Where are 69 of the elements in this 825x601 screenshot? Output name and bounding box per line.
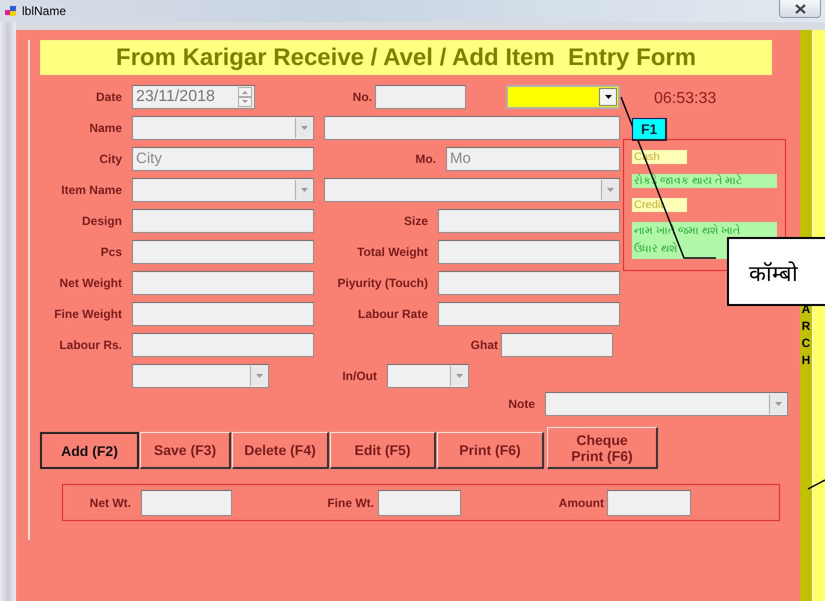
leader-line: [808, 479, 825, 490]
callout-box: कॉम्बो: [727, 237, 825, 306]
field-label: No.: [352, 90, 372, 104]
action-button[interactable]: Save (F3): [140, 432, 231, 469]
text-field[interactable]: [132, 270, 314, 294]
caret-icon: [300, 188, 308, 192]
close-button[interactable]: [779, 0, 821, 18]
clock-time: 06:53:33: [654, 90, 718, 108]
text-field[interactable]: Mo: [446, 146, 620, 170]
spinner-icon: [238, 86, 252, 106]
field-label: Amount: [558, 496, 604, 510]
window-title: lblName: [22, 4, 66, 18]
field-label: Labour Rs.: [59, 338, 122, 352]
field-label: City: [99, 152, 122, 166]
text-field[interactable]: [501, 332, 613, 356]
text-field[interactable]: [141, 490, 232, 516]
dropdown[interactable]: [506, 84, 620, 108]
field-label: In/Out: [342, 368, 377, 382]
text-field[interactable]: [438, 240, 620, 264]
action-button[interactable]: Delete (F4): [232, 432, 329, 469]
action-button[interactable]: Print (F6): [437, 432, 544, 469]
field-label: Total Weight: [357, 244, 428, 258]
caret-icon: [300, 126, 308, 130]
text-field[interactable]: [438, 302, 620, 326]
field-label: Size: [404, 214, 428, 228]
field-label: Date: [96, 90, 122, 104]
caret-icon: [774, 402, 782, 406]
field-label: Net Weight: [60, 276, 122, 290]
dropdown[interactable]: [387, 364, 469, 388]
action-button[interactable]: Cheque Print (F6): [547, 427, 658, 469]
dropdown[interactable]: [132, 364, 269, 388]
field-label: Name: [89, 120, 122, 134]
text-field[interactable]: [324, 116, 620, 140]
caret-icon: [604, 94, 612, 98]
field-label: Piyurity (Touch): [338, 276, 428, 290]
text-field[interactable]: [378, 490, 461, 516]
dropdown[interactable]: [324, 178, 620, 202]
action-button[interactable]: Add (F2): [40, 432, 139, 469]
close-icon: [794, 4, 806, 14]
field-label: Fine Wt.: [327, 496, 374, 510]
field-label: Note: [508, 397, 535, 411]
text-field[interactable]: [132, 332, 314, 356]
field-label: Pcs: [100, 244, 122, 258]
text-field[interactable]: [438, 208, 620, 232]
dropdown[interactable]: [132, 178, 314, 202]
text-field[interactable]: [132, 240, 314, 264]
action-button[interactable]: Edit (F5): [330, 432, 436, 469]
dropdown[interactable]: [132, 116, 314, 140]
date-picker[interactable]: 23/11/2018: [132, 84, 255, 108]
text-field[interactable]: City: [132, 146, 314, 170]
text-field[interactable]: [132, 208, 314, 232]
caret-icon: [256, 374, 262, 378]
caret-icon: [606, 188, 614, 192]
field-label: Labour Rate: [358, 306, 428, 320]
field-label: Item Name: [61, 182, 122, 196]
f1-button[interactable]: F1: [632, 118, 668, 141]
field-label: Design: [82, 214, 122, 228]
form-title: From Karigar Receive / Avel / Add Item Entry Form: [40, 40, 772, 75]
app-icon: [4, 5, 18, 17]
field-label: Net Wt.: [90, 496, 131, 510]
text-field[interactable]: [607, 490, 691, 516]
field-label: Mo.: [415, 152, 436, 166]
field-label: Fine Weight: [54, 306, 122, 320]
text-field[interactable]: [375, 84, 466, 108]
text-field[interactable]: [438, 270, 620, 294]
text-field[interactable]: [132, 302, 314, 326]
field-label: Ghat: [470, 338, 498, 352]
dropdown[interactable]: [545, 392, 788, 416]
caret-icon: [456, 374, 462, 378]
